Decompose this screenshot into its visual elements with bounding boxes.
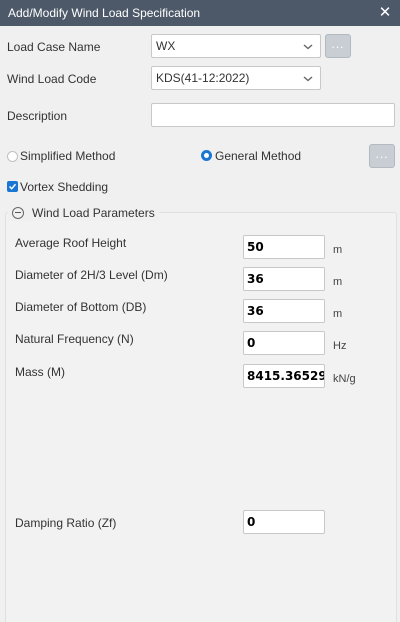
close-icon[interactable]: ✕ — [376, 4, 394, 22]
vortex-shedding-label: Vortex Shedding — [20, 180, 109, 194]
description-label: Description — [7, 109, 68, 123]
diameter-dm-unit: m — [333, 276, 343, 288]
simplified-method-radio[interactable] — [7, 151, 18, 162]
wind-load-code-value: KDS(41-12:2022) — [156, 71, 250, 85]
average-roof-height-label: Average Roof Height — [15, 236, 127, 250]
mass-unit: kN/g — [333, 373, 356, 385]
chevron-down-icon — [303, 76, 313, 82]
wind-load-code-label: Wind Load Code — [7, 72, 97, 86]
description-input[interactable] — [151, 103, 395, 127]
general-method-radio[interactable] — [201, 150, 212, 161]
wind-load-parameters-header[interactable]: Wind Load Parameters — [8, 205, 159, 221]
load-case-name-value: WX — [156, 39, 176, 53]
natural-frequency-input[interactable]: 0 — [243, 331, 325, 355]
diameter-db-label: Diameter of Bottom (DB) — [15, 300, 147, 314]
method-more-button[interactable]: ... — [369, 144, 395, 168]
damping-ratio-input[interactable]: 0 — [243, 510, 325, 534]
diameter-dm-input[interactable]: 36 — [243, 267, 325, 291]
collapse-icon[interactable] — [12, 207, 24, 219]
natural-frequency-unit: Hz — [333, 340, 347, 352]
check-icon — [8, 183, 17, 190]
diameter-db-input[interactable]: 36 — [243, 299, 325, 323]
general-method-label: General Method — [215, 149, 302, 163]
simplified-method-label: Simplified Method — [20, 149, 116, 163]
average-roof-height-input[interactable]: 50 — [243, 235, 325, 259]
chevron-down-icon — [303, 44, 313, 50]
damping-ratio-label: Damping Ratio (Zf) — [15, 516, 117, 530]
title-bar: Add/Modify Wind Load Specification ✕ — [0, 0, 400, 26]
mass-input[interactable]: 8415.365291 — [243, 364, 325, 388]
load-case-name-label: Load Case Name — [7, 40, 101, 54]
natural-frequency-label: Natural Frequency (N) — [15, 332, 134, 346]
wind-load-parameters-title: Wind Load Parameters — [32, 206, 155, 220]
load-case-name-combo[interactable]: WX — [151, 34, 321, 58]
wind-load-dialog: Add/Modify Wind Load Specification ✕ Loa… — [0, 0, 400, 622]
diameter-dm-label: Diameter of 2H/3 Level (Dm) — [15, 268, 168, 282]
load-case-more-button[interactable]: ... — [325, 34, 351, 58]
window-title: Add/Modify Wind Load Specification — [8, 6, 201, 20]
wind-load-code-combo[interactable]: KDS(41-12:2022) — [151, 66, 321, 90]
average-roof-height-unit: m — [333, 244, 343, 256]
diameter-db-unit: m — [333, 308, 343, 320]
mass-label: Mass (M) — [15, 365, 65, 379]
vortex-shedding-checkbox[interactable] — [7, 181, 18, 192]
